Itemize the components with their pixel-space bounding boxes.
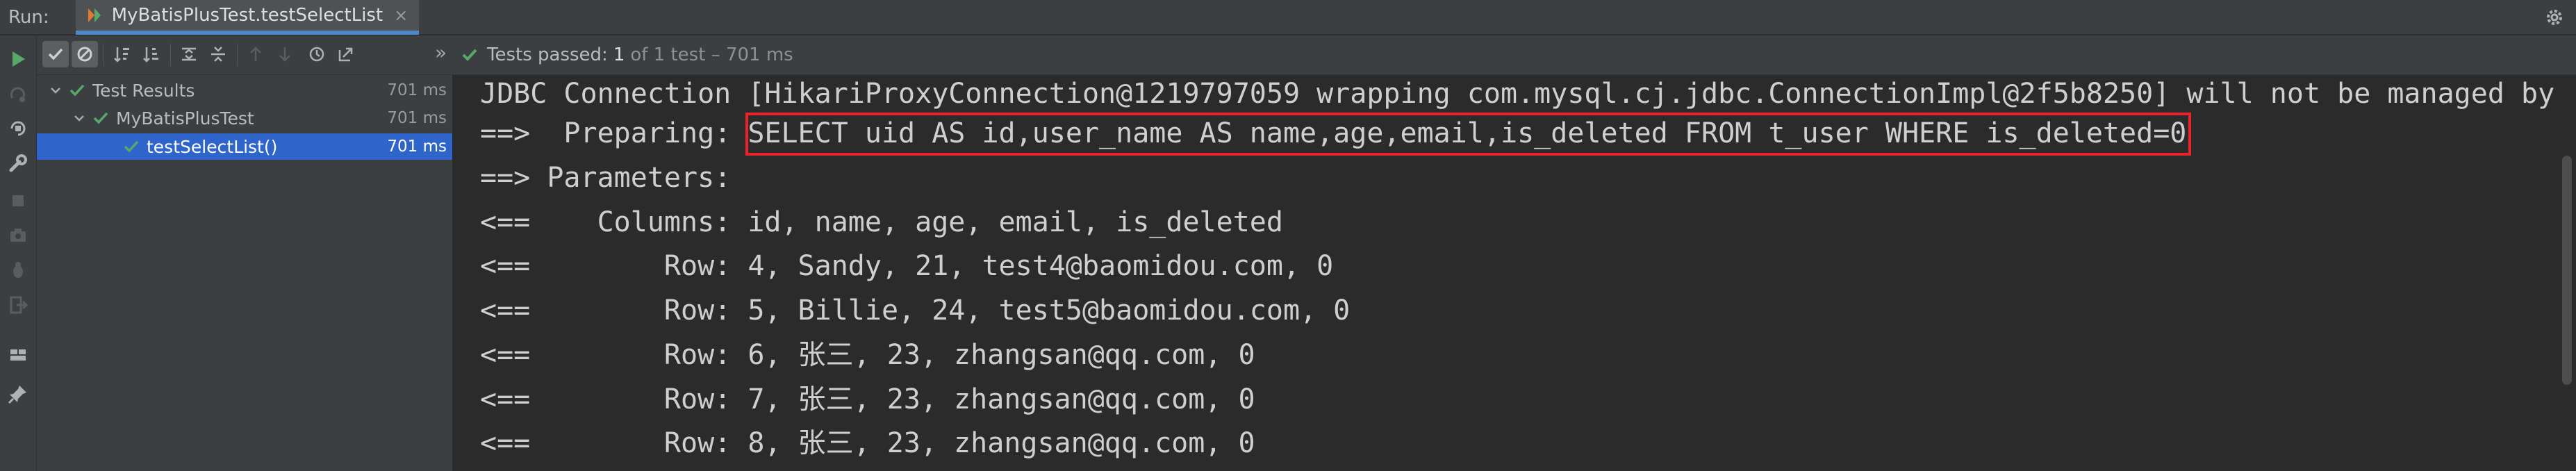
toolbar-separator — [237, 44, 238, 66]
tree-item-label: MyBatisPlusTest — [116, 108, 254, 129]
sort-by-duration-button[interactable] — [138, 41, 165, 67]
sort-alpha-icon — [114, 47, 129, 63]
run-label: Run: — [8, 6, 49, 28]
run-config-tab[interactable]: MyBatisPlusTest.testSelectList × — [75, 0, 420, 35]
exit-icon[interactable] — [7, 294, 29, 316]
rerun-failed-icon[interactable] — [7, 84, 29, 106]
run-side-toolbar — [0, 35, 37, 471]
stop-icon[interactable] — [7, 190, 29, 212]
debug-icon[interactable] — [7, 259, 29, 281]
show-ignored-button[interactable] — [72, 41, 98, 67]
prev-failed-icon — [250, 47, 261, 61]
console-line: <== Row: 6, 张三, 23, zhangsan@qq.com, 0 — [480, 339, 1255, 371]
run-icon[interactable] — [7, 48, 29, 70]
previous-failed-test-button[interactable] — [242, 41, 269, 67]
console-line: ==> Parameters: — [480, 162, 748, 194]
console-scrollbar-thumb[interactable] — [2562, 156, 2572, 385]
console-output[interactable]: JDBC Connection [HikariProxyConnection@1… — [455, 75, 2576, 471]
console-line: <== Row: 4, Sandy, 21, test4@baomidou.co… — [480, 250, 1334, 282]
collapse-all-icon — [211, 47, 225, 62]
test-runner-toolbar: » Tests passed: 1 of 1 test – 701 ms — [37, 35, 2576, 75]
tree-item-duration: 701 ms — [387, 109, 447, 127]
passed-check-icon — [124, 140, 139, 153]
gear-icon[interactable] — [2544, 7, 2565, 28]
sql-highlight-box — [745, 113, 2191, 156]
history-icon — [309, 47, 324, 62]
console-scrollbar[interactable] — [2555, 75, 2576, 471]
tree-item-label: Test Results — [92, 80, 195, 101]
passed-check-icon — [462, 49, 477, 61]
console-line: <== Columns: id, name, age, email, is_de… — [480, 206, 1283, 238]
expand-all-button[interactable] — [176, 41, 202, 67]
next-failed-test-button[interactable] — [272, 41, 298, 67]
layout-icon[interactable] — [7, 344, 29, 366]
expand-all-icon — [182, 47, 196, 61]
console-line: <== Row: 7, 张三, 23, zhangsan@qq.com, 0 — [480, 383, 1255, 415]
show-passed-icon — [48, 48, 63, 60]
close-tab-icon[interactable]: × — [394, 6, 408, 25]
test-results-tree: Test Results 701 ms MyBatisPlusTest 701 … — [37, 75, 454, 471]
pin-icon[interactable] — [7, 383, 29, 405]
toolbar-separator — [170, 44, 171, 66]
show-ignored-icon — [77, 47, 92, 62]
more-actions-icon[interactable]: » — [435, 41, 447, 64]
console-line: <== Row: 8, 张三, 23, zhangsan@qq.com, 0 — [480, 427, 1255, 459]
passed-check-icon — [93, 112, 108, 124]
tree-item-testselectlist[interactable]: testSelectList() 701 ms — [37, 133, 452, 160]
tests-status-suffix: of 1 test – 701 ms — [630, 44, 793, 65]
export-results-button[interactable] — [333, 41, 359, 67]
tree-item-label: testSelectList() — [147, 136, 278, 157]
sort-duration-icon — [143, 47, 158, 63]
collapse-all-button[interactable] — [205, 41, 231, 67]
chevron-down-icon[interactable] — [49, 84, 62, 97]
test-config-icon — [88, 8, 101, 22]
run-config-tab-label: MyBatisPlusTest.testSelectList — [111, 4, 383, 26]
tree-item-duration: 701 ms — [387, 81, 447, 99]
passed-check-icon — [69, 84, 85, 97]
tree-item-duration: 701 ms — [387, 138, 447, 156]
tests-status-prefix: Tests passed: — [487, 44, 608, 65]
tests-status-count: 1 — [613, 44, 625, 65]
test-history-button[interactable] — [304, 41, 330, 67]
console-line: JDBC Connection [HikariProxyConnection@1… — [480, 78, 2555, 110]
camera-icon[interactable] — [7, 224, 29, 247]
tree-item-test-results[interactable]: Test Results 701 ms — [37, 77, 452, 104]
show-passed-button[interactable] — [42, 41, 69, 67]
chevron-down-icon[interactable] — [73, 112, 85, 124]
wrench-icon[interactable] — [7, 152, 29, 174]
toggle-auto-test-icon[interactable] — [7, 117, 29, 140]
export-icon — [338, 47, 353, 62]
console-line: <== Row: 5, Billie, 24, test5@baomidou.c… — [480, 295, 1351, 327]
sort-alphabetically-button[interactable] — [109, 41, 135, 67]
tree-item-mybatisplustest[interactable]: MyBatisPlusTest 701 ms — [37, 105, 452, 131]
run-tool-window-header: Run: MyBatisPlusTest.testSelectList × — [0, 0, 2576, 35]
next-failed-icon — [279, 47, 290, 62]
tests-status: Tests passed: 1 of 1 test – 701 ms — [461, 35, 793, 74]
